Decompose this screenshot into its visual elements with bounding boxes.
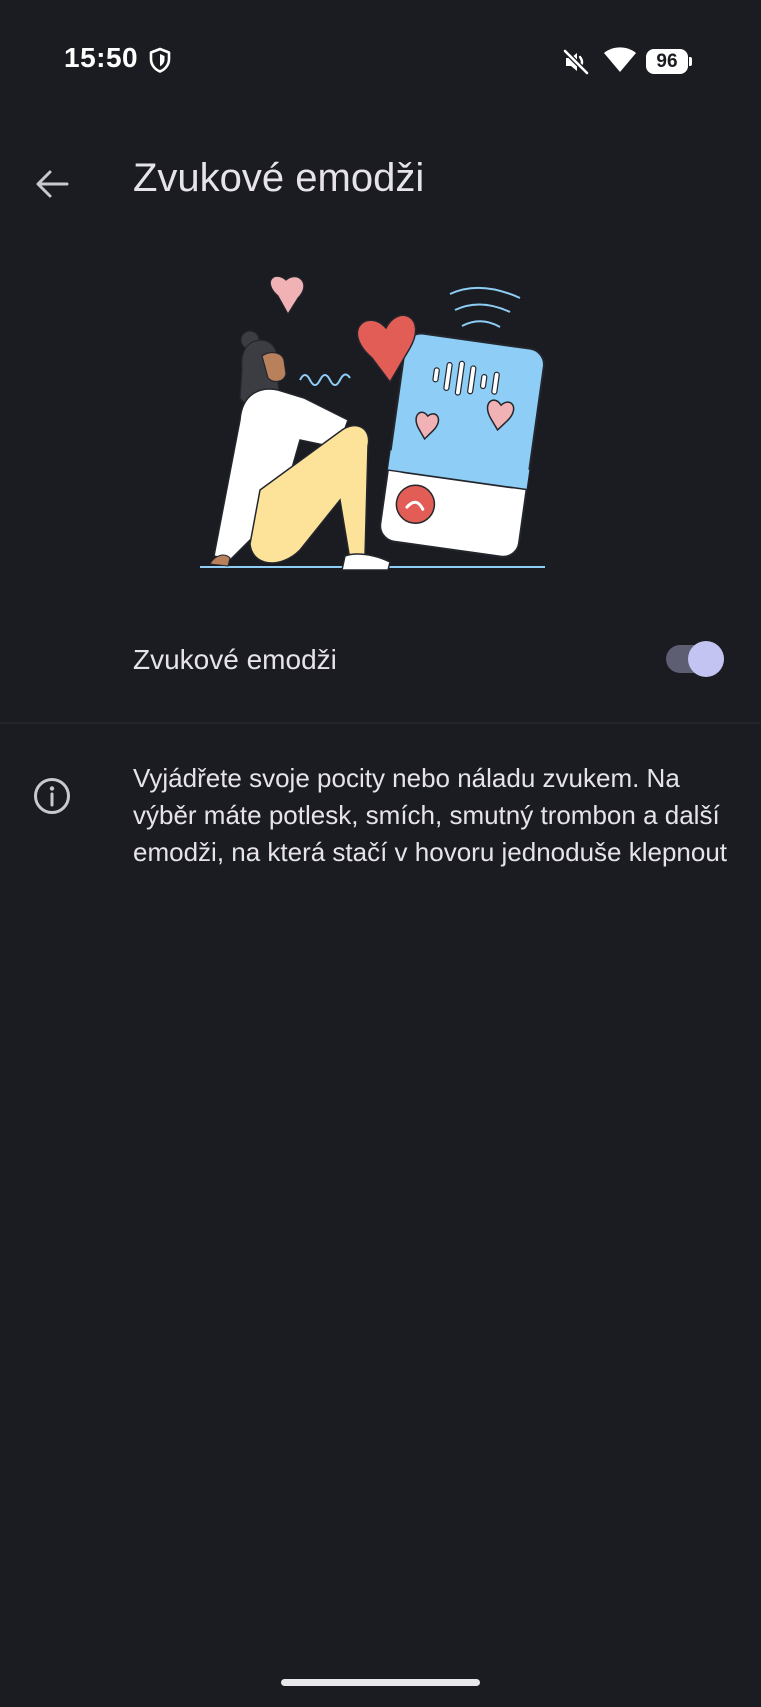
mute-icon [563,49,589,75]
divider [0,722,761,724]
home-indicator[interactable] [281,1679,480,1686]
switch-thumb [688,641,724,677]
sound-emoji-switch[interactable] [666,641,724,677]
app-bar: Zvukové emodži [0,124,761,236]
battery-icon: 96 [646,49,692,74]
status-time: 15:50 [64,42,139,73]
battery-level: 96 [646,49,688,74]
arrow-back-icon [36,170,69,198]
toggle-label: Zvukové emodži [133,644,337,675]
shield-icon [149,47,171,73]
info-description: Vyjádřete svoje pocity nebo náladu zvuke… [133,763,728,867]
status-bar: 15:50 96 [0,0,761,124]
sound-emoji-toggle-row[interactable]: Zvukové emodži [0,616,761,706]
wifi-icon [604,47,636,72]
back-button[interactable] [22,154,82,214]
sound-emoji-illustration [200,275,545,571]
battery-tip [689,57,692,66]
info-icon [34,778,70,814]
page-title: Zvukové emodži [133,156,425,200]
